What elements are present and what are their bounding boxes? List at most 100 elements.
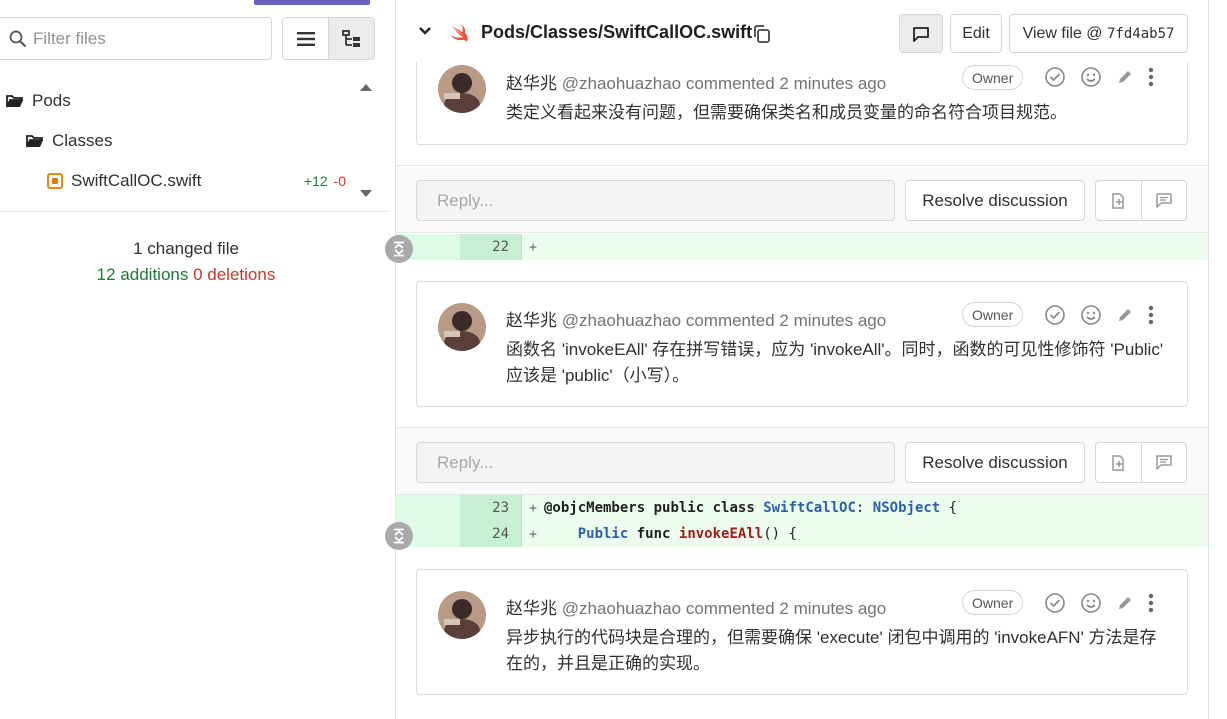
code-token: class [712, 500, 755, 516]
note-header: 赵华兆 @zhaohuazhao commented 2 minutes ago [506, 594, 886, 619]
edit-pencil-icon[interactable] [1116, 306, 1134, 324]
list-icon [296, 31, 315, 46]
diff-file-panel: 赵华兆 @zhaohuazhao commented 2 minutes ago… [395, 0, 1209, 719]
expand-lines-button[interactable] [385, 235, 413, 263]
filter-files-input[interactable] [33, 28, 253, 49]
total-additions: 12 additions [96, 265, 189, 284]
author-handle[interactable]: @zhaohuazhao [562, 599, 681, 618]
code-token: Public [577, 526, 629, 542]
more-actions-icon[interactable] [1148, 593, 1154, 613]
code-token: public [653, 500, 705, 516]
diff-sign: + [529, 239, 537, 255]
old-line-number [396, 495, 460, 521]
note-body: 函数名 'invokeEAll' 存在拼写错误，应为 'invokeAll'。同… [506, 340, 1164, 385]
resolve-check-icon[interactable] [1044, 592, 1066, 614]
note-timestamp[interactable]: 2 minutes ago [779, 311, 886, 330]
filter-files-box[interactable] [0, 17, 272, 60]
scroll-down-arrow-icon[interactable] [359, 189, 373, 199]
tree-view-button[interactable] [328, 18, 374, 59]
new-line-number[interactable]: 22 [460, 234, 522, 260]
tree-folder-pods[interactable]: Pods [6, 91, 71, 111]
start-thread-button[interactable] [1140, 443, 1187, 482]
note-body: 异步执行的代码块是合理的，但需要确保 'execute' 闭包中调用的 'inv… [506, 628, 1157, 673]
copy-path-icon[interactable] [752, 24, 772, 44]
code-token: @objcMembers [544, 500, 646, 516]
expand-lines-button[interactable] [385, 522, 413, 550]
view-file-button[interactable]: View file @ 7fd4ab57 [1009, 14, 1188, 53]
avatar[interactable] [438, 303, 486, 351]
file-tree: Pods Classes SwiftCallOC.swift +12 -0 [0, 80, 388, 212]
create-issue-button[interactable] [1096, 181, 1141, 220]
discussion-note: 赵华兆 @zhaohuazhao commented 2 minutes ago… [416, 281, 1188, 407]
tree-file-swiftcalloc[interactable]: SwiftCallOC.swift [47, 171, 201, 191]
edit-file-button[interactable]: Edit [950, 14, 1002, 53]
note-timestamp[interactable]: 2 minutes ago [779, 599, 886, 618]
commented-label: commented [685, 74, 775, 93]
edit-pencil-icon[interactable] [1116, 68, 1134, 86]
reply-row: Reply... Resolve discussion [396, 427, 1208, 495]
author-handle[interactable]: @zhaohuazhao [562, 74, 681, 93]
file-diff-stats: +12 -0 [304, 173, 346, 189]
author-handle[interactable]: @zhaohuazhao [562, 311, 681, 330]
comment-lines-icon [1156, 193, 1172, 208]
avatar[interactable] [438, 591, 486, 639]
resolve-discussion-button[interactable]: Resolve discussion [905, 180, 1085, 221]
tree-folder-label: Pods [32, 91, 71, 110]
file-modified-icon [47, 173, 63, 189]
emoji-reaction-icon[interactable] [1080, 304, 1102, 326]
scroll-up-arrow-icon[interactable] [359, 82, 373, 92]
reply-input[interactable]: Reply... [416, 442, 895, 483]
commented-label: commented [685, 311, 775, 330]
author-name[interactable]: 赵华兆 [506, 74, 557, 93]
resolve-discussion-button[interactable]: Resolve discussion [905, 442, 1085, 483]
folder-open-icon [26, 134, 43, 147]
create-issue-button[interactable] [1096, 443, 1141, 482]
owner-badge: Owner [962, 590, 1024, 615]
author-name[interactable]: 赵华兆 [506, 311, 557, 330]
diff-sign: + [529, 500, 537, 516]
issue-new-icon [1112, 192, 1124, 209]
note-actions [1044, 304, 1154, 326]
author-name[interactable]: 赵华兆 [506, 599, 557, 618]
discussion-note: 赵华兆 @zhaohuazhao commented 2 minutes ago… [416, 52, 1188, 145]
new-line-number[interactable]: 23 [460, 495, 522, 521]
note-body: 类定义看起来没有问题，但需要确保类名和成员变量的命名符合项目规范。 [506, 103, 1067, 122]
file-path[interactable]: Pods/Classes/SwiftCallOC.swift [481, 22, 752, 43]
comment-icon [913, 26, 929, 42]
more-actions-icon[interactable] [1148, 305, 1154, 325]
code-token: : [855, 500, 865, 516]
emoji-reaction-icon[interactable] [1080, 592, 1102, 614]
reply-input[interactable]: Reply... [416, 180, 895, 221]
code-token: NSObject [872, 500, 941, 516]
start-thread-button[interactable] [1140, 181, 1187, 220]
chevron-down-icon[interactable] [418, 26, 432, 36]
code-token: { [948, 500, 958, 516]
file-deletions-count: -0 [333, 173, 346, 189]
discussion-extra-actions [1095, 180, 1187, 221]
file-header: Pods/Classes/SwiftCallOC.swift Edit View… [396, 0, 1208, 62]
active-tab-indicator [254, 0, 370, 5]
avatar[interactable] [438, 65, 486, 113]
expand-icon [394, 241, 404, 257]
new-line-number[interactable]: 24 [460, 521, 522, 547]
discussion-note: 赵华兆 @zhaohuazhao commented 2 minutes ago… [416, 569, 1188, 695]
note-timestamp[interactable]: 2 minutes ago [779, 74, 886, 93]
resolve-check-icon[interactable] [1044, 66, 1066, 88]
list-view-button[interactable] [283, 18, 328, 59]
tree-folder-classes[interactable]: Classes [26, 131, 112, 151]
note-actions [1044, 66, 1154, 88]
emoji-reaction-icon[interactable] [1080, 66, 1102, 88]
search-icon [9, 30, 26, 47]
more-actions-icon[interactable] [1148, 67, 1154, 87]
diff-line-23: 23 + @objcMembers public class SwiftCall… [396, 495, 1208, 521]
owner-badge: Owner [962, 302, 1024, 327]
diff-sign: + [529, 526, 537, 542]
folder-open-icon [6, 94, 23, 107]
note-header: 赵华兆 @zhaohuazhao commented 2 minutes ago [506, 306, 886, 331]
toggle-comments-button[interactable] [899, 14, 943, 53]
resolve-check-icon[interactable] [1044, 304, 1066, 326]
note-actions [1044, 592, 1154, 614]
commented-label: commented [685, 599, 775, 618]
tree-file-label: SwiftCallOC.swift [71, 171, 202, 190]
edit-pencil-icon[interactable] [1116, 594, 1134, 612]
